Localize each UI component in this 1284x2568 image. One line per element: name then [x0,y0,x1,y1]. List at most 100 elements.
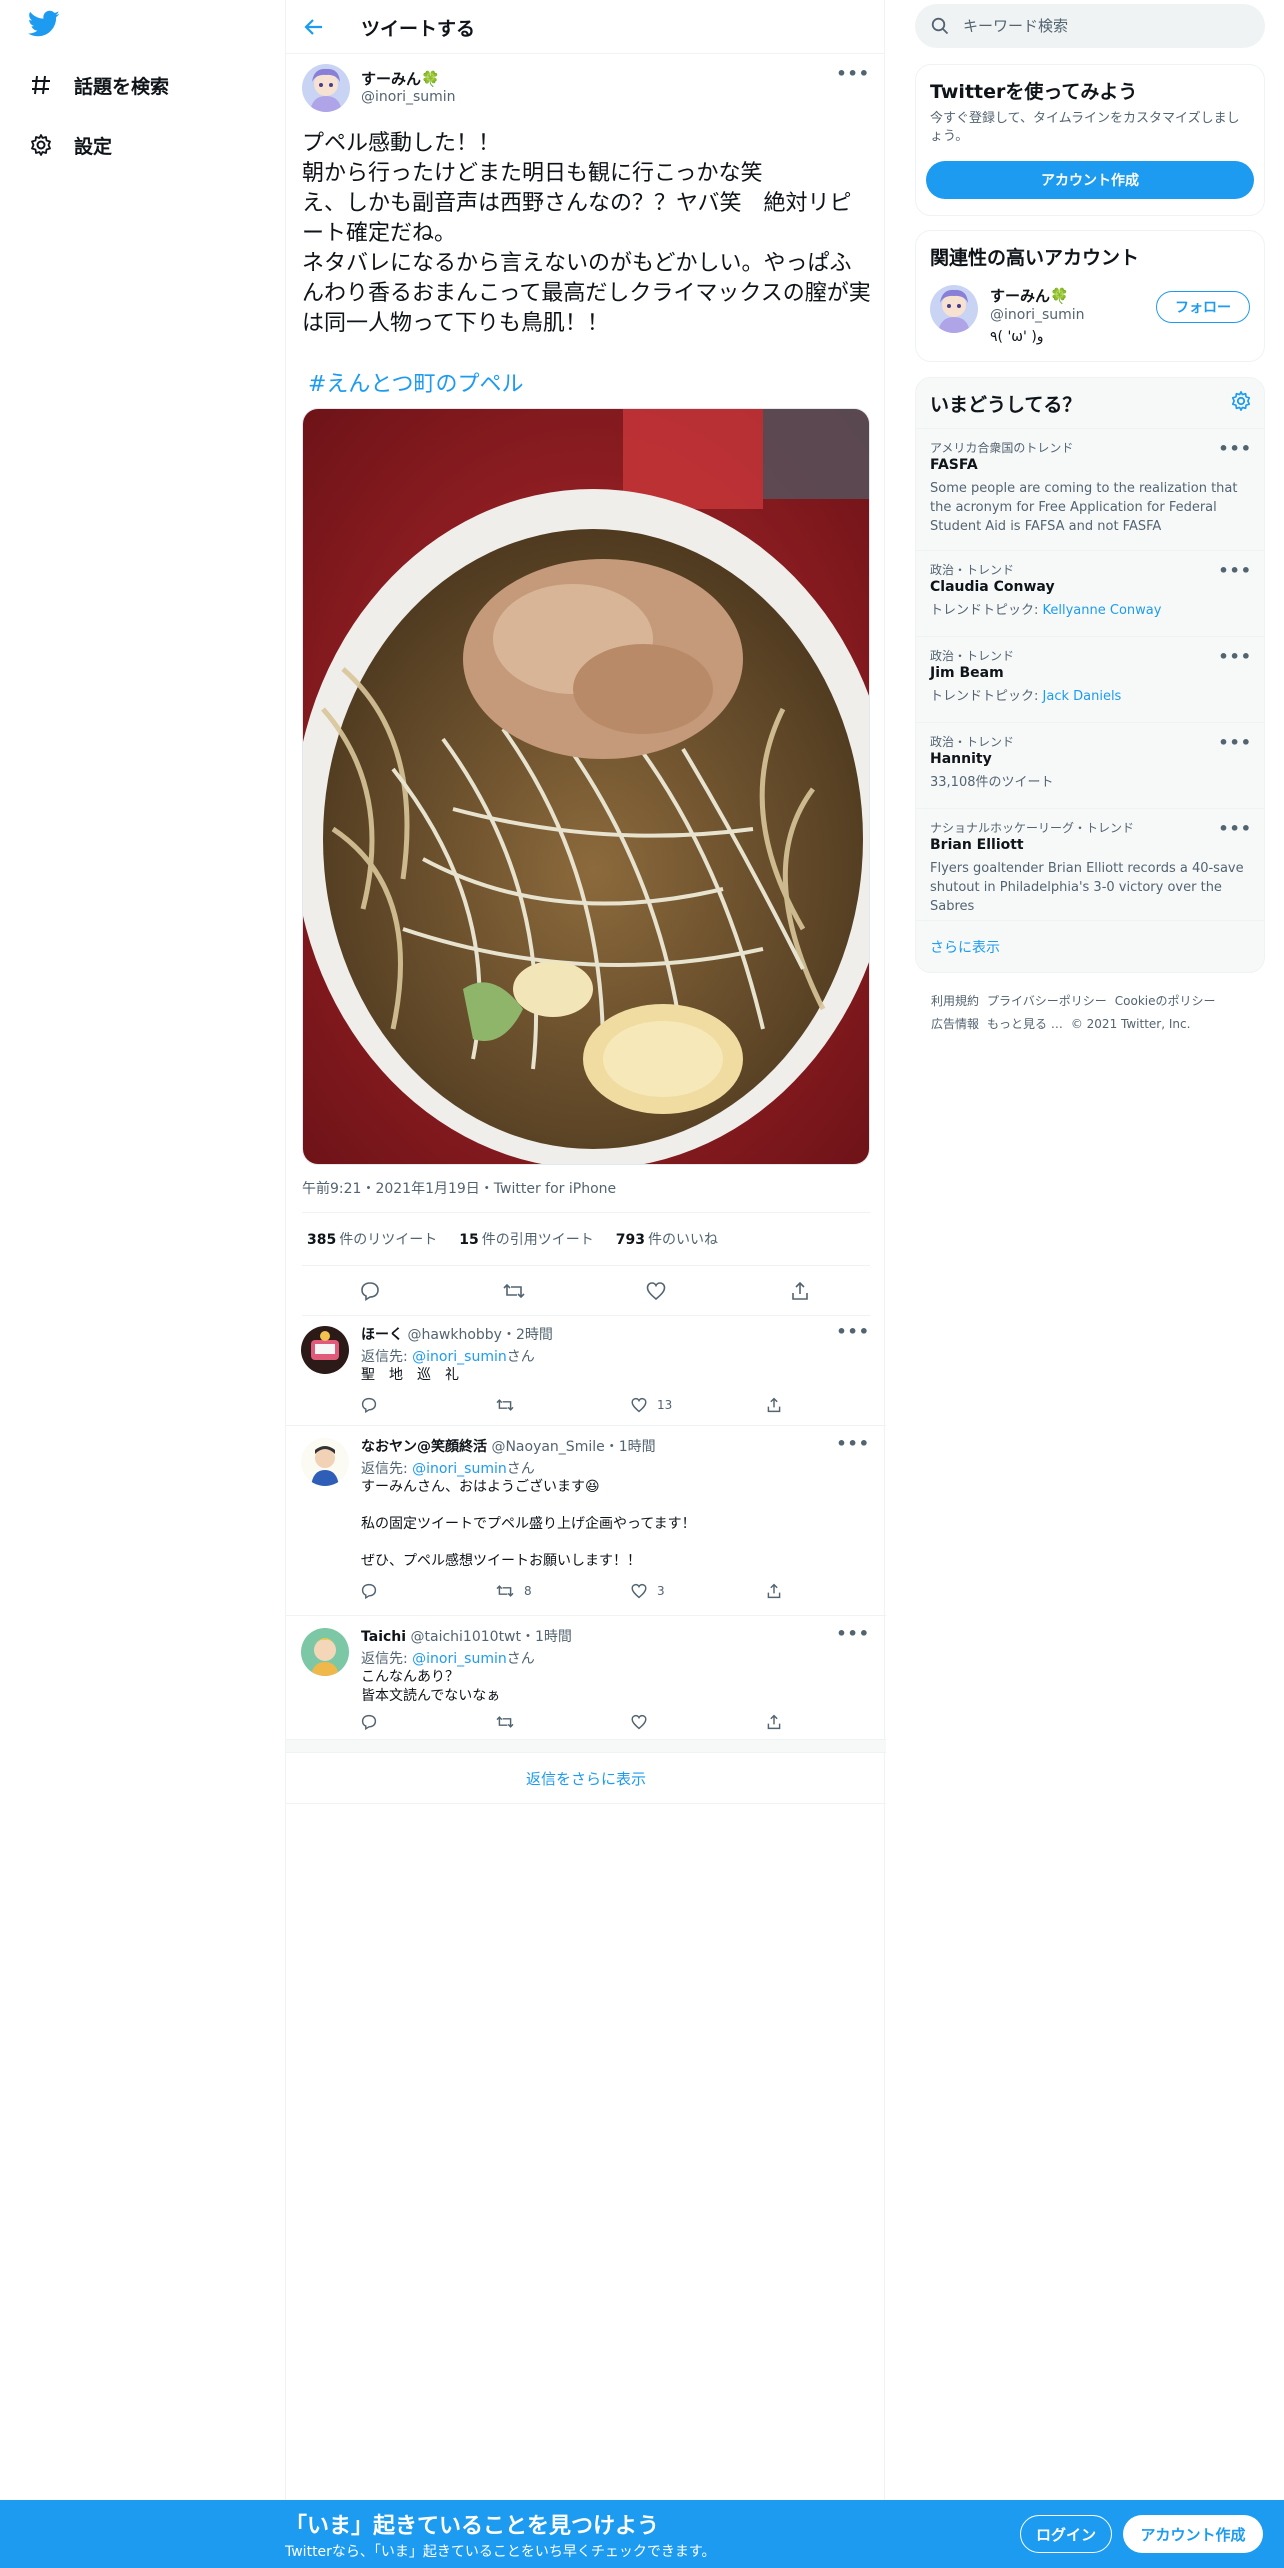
show-more-replies-link[interactable]: 返信をさらに表示 [286,1752,886,1804]
nav-explore[interactable]: 話題を検索 [28,63,169,107]
tweet-text: プペル感動した！！ 朝から行ったけどまた明日も観に行こっかな笑 え、しかも副音声… [302,131,871,336]
signup-button[interactable]: アカウント作成 [1123,2515,1263,2553]
footer-link[interactable]: 利用規約 [931,994,979,1008]
footer-link[interactable]: Cookieのポリシー [1115,994,1216,1008]
like-icon[interactable] [644,1279,668,1303]
reply-actions: 13 [361,1397,831,1417]
trend-item[interactable]: ナショナルホッケーリーグ・トレンド Brian Elliott Flyers g… [916,808,1264,920]
reply-author-name[interactable]: Taichi [361,1629,406,1645]
trend-topic: トレンドトピック: Kellyanne Conway [930,601,1250,620]
reply-author-handle[interactable]: @hawkhobby・2時間 [407,1327,552,1343]
trend-context: アメリカ合衆国のトレンド [930,441,1074,455]
reply-author-handle[interactable]: @Naoyan_Smile・1時間 [491,1439,655,1455]
trend-topic-link[interactable]: Jack Daniels [1043,689,1122,704]
relevant-handle[interactable]: @inori_sumin [990,307,1085,323]
avatar[interactable] [930,285,978,333]
more-options-icon[interactable]: ••• [836,1434,870,1453]
follow-button[interactable]: フォロー [1156,291,1250,323]
reply-to-label: 返信先: [361,1461,413,1477]
more-options-icon[interactable]: ••• [1218,439,1252,458]
trend-topic-link[interactable]: Kellyanne Conway [1043,603,1162,618]
retweet-count[interactable]: 385 件のリツイート [307,1229,437,1249]
share-icon[interactable] [766,1397,792,1413]
search-icon [931,17,949,35]
more-options-icon[interactable]: ••• [1218,561,1252,580]
reply-item[interactable]: ほーく @hawkhobby・2時間 ••• 返信先: @inori_sumin… [286,1314,886,1426]
search-input[interactable] [963,17,1243,35]
trend-topic-label: トレンドトピック: [930,603,1043,618]
tweet-stats: 385 件のリツイート 15 件の引用ツイート 793 件のいいね [302,1212,870,1266]
reply-retweet-count: 8 [524,1584,532,1598]
tweet-timestamp[interactable]: 午前9:21・2021年1月19日・Twitter for iPhone [302,1178,616,1198]
tweet-photo[interactable] [302,408,870,1165]
footer-link[interactable]: もっと見る … [987,1017,1063,1031]
trend-item[interactable]: 政治・トレンド Hannity 33,108件のツイート ••• [916,722,1264,808]
reply-icon[interactable] [361,1583,387,1599]
author-name[interactable]: すーみん🍀 [361,68,440,89]
reply-to-handle[interactable]: @inori_sumin [412,1461,507,1477]
trend-item[interactable]: 政治・トレンド Jim Beam トレンドトピック: Jack Daniels … [916,636,1264,722]
trend-context: 政治・トレンド [930,649,1015,663]
reply-to-handle[interactable]: @inori_sumin [412,1349,507,1365]
reply-to: 返信先: @inori_suminさん [361,1648,535,1668]
more-options-icon[interactable]: ••• [1218,647,1252,666]
retweet-icon[interactable] [502,1279,526,1303]
back-arrow-icon[interactable] [300,13,328,41]
trends-show-more-link[interactable]: さらに表示 [930,937,1000,957]
search-box [915,4,1265,48]
trend-tweet-count: 33,108件のツイート [930,775,1054,790]
trends-card: いまどうしてる？ アメリカ合衆国のトレンド FASFA Some people … [915,377,1265,973]
twitter-bird-icon[interactable] [27,10,64,46]
retweet-icon[interactable] [496,1714,524,1730]
avatar[interactable] [301,1628,349,1676]
nav-settings[interactable]: 設定 [28,123,112,167]
relevant-accounts-card: 関連性の高いアカウント すーみん🍀 @inori_sumin ٩( 'ω' )و… [915,230,1265,362]
like-icon[interactable]: 3 [631,1583,665,1599]
gear-icon[interactable] [1230,390,1252,416]
more-options-icon[interactable]: ••• [836,64,870,83]
like-icon[interactable] [631,1714,657,1730]
reply-actions [361,1714,831,1734]
reply-icon[interactable] [361,1714,387,1730]
signup-description: 今すぐ登録して、タイムラインをカスタマイズしましょう。 [930,111,1240,144]
author-handle[interactable]: @inori_sumin [361,89,456,105]
like-icon[interactable]: 13 [631,1397,672,1413]
reply-to-label: 返信先: [361,1349,413,1365]
avatar[interactable] [301,1326,349,1374]
reply-icon[interactable] [358,1279,382,1303]
reply-author-handle[interactable]: @taichi1010twt・1時間 [411,1629,572,1645]
share-icon[interactable] [766,1714,792,1730]
share-icon[interactable] [788,1279,812,1303]
more-options-icon[interactable]: ••• [1218,819,1252,838]
hashtag-link[interactable]: #えんとつ町のプペル [308,366,524,398]
footer-link[interactable]: 広告情報 [931,1017,979,1031]
more-options-icon[interactable]: ••• [1218,733,1252,752]
reply-author-name[interactable]: なおヤン@笑顔終活 [361,1439,487,1455]
reply-item[interactable]: なおヤン@笑顔終活 @Naoyan_Smile・1時間 ••• 返信先: @in… [286,1426,886,1616]
reply-icon[interactable] [361,1397,387,1413]
quote-count[interactable]: 15 件の引用ツイート [459,1229,593,1249]
relevant-bio: ٩( 'ω' )و [990,329,1044,345]
retweet-icon[interactable]: 8 [496,1583,532,1599]
app-root: 話題を検索 設定 ツイートする すーみん🍀 @inori_sumin ••• プ… [0,0,1284,2568]
avatar[interactable] [301,1438,349,1486]
retweet-icon[interactable] [496,1397,524,1413]
reply-item[interactable]: Taichi @taichi1010twt・1時間 ••• 返信先: @inor… [286,1616,886,1740]
more-options-icon[interactable]: ••• [836,1624,870,1643]
login-button[interactable]: ログイン [1020,2515,1112,2553]
reply-to-handle[interactable]: @inori_sumin [412,1651,507,1667]
reply-author-name[interactable]: ほーく [361,1327,403,1343]
footer-link[interactable]: プライバシーポリシー [987,994,1107,1008]
more-options-icon[interactable]: ••• [836,1322,870,1341]
create-account-button[interactable]: アカウント作成 [926,161,1254,199]
copyright: © 2021 Twitter, Inc. [1070,1017,1191,1031]
trend-item[interactable]: アメリカ合衆国のトレンド FASFA Some people are comin… [916,428,1264,550]
trend-item[interactable]: 政治・トレンド Claudia Conway トレンドトピック: Kellyan… [916,550,1264,636]
trend-context: ナショナルホッケーリーグ・トレンド [930,821,1135,835]
share-icon[interactable] [766,1583,792,1599]
like-count[interactable]: 793 件のいいね [616,1229,718,1249]
avatar[interactable] [302,64,350,112]
relevant-name[interactable]: すーみん🍀 [990,285,1069,306]
reply-header: ほーく @hawkhobby・2時間 [361,1324,553,1344]
bottom-signup-bar: 「いま」起きていることを見つけよう Twitterなら、「いま」起きていることを… [0,2500,1284,2568]
